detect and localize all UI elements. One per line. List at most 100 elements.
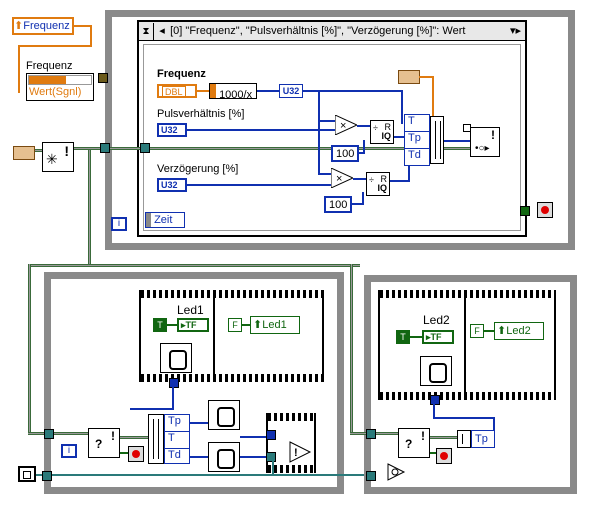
- wire: [18, 45, 92, 47]
- property-slider-icon: [28, 75, 92, 85]
- wire: [187, 184, 332, 186]
- unbundle-td-field: Td: [168, 449, 181, 461]
- verzoegerung-label: Verzögerung [%]: [157, 163, 239, 175]
- multiply-node[interactable]: ×: [334, 114, 359, 136]
- tunnel: [266, 430, 276, 440]
- wire: [410, 336, 422, 338]
- wire: [353, 178, 367, 180]
- unbundle-node[interactable]: [457, 430, 471, 448]
- wait-ms-node[interactable]: [208, 400, 240, 430]
- led2-label: Led2: [423, 313, 450, 327]
- stop-button[interactable]: [537, 202, 553, 218]
- false-constant[interactable]: F: [228, 318, 242, 332]
- small-tunnel: [463, 124, 471, 132]
- error-icon: !: [421, 429, 425, 443]
- error-wire: [28, 264, 360, 267]
- case-selector[interactable]: ⧗ ◂ [0] "Frequenz", "Pulsverhältnis [%]"…: [139, 22, 525, 41]
- property-node[interactable]: Wert(Sgnl): [26, 73, 94, 101]
- const-100-b[interactable]: 100: [324, 196, 352, 213]
- wire: [419, 76, 433, 78]
- wait-ms-node[interactable]: [208, 442, 240, 472]
- true-constant[interactable]: T: [153, 318, 167, 332]
- dbl-type-label: DBL: [162, 86, 186, 98]
- triangle-node[interactable]: [386, 462, 406, 482]
- pulsverhaeltnis-label: Pulsverhältnis [%]: [157, 108, 245, 120]
- error-wire: [28, 264, 31, 432]
- error-cluster-node[interactable]: ✳ !: [42, 142, 74, 172]
- to-u32-node: U32: [279, 84, 303, 98]
- question-icon: ?: [95, 437, 103, 451]
- false-constant[interactable]: F: [470, 324, 484, 338]
- verzoegerung-u32-terminal[interactable]: U32: [157, 178, 187, 192]
- wire: [197, 90, 209, 92]
- wire: [240, 436, 268, 438]
- led2-terminal[interactable]: ▸TF: [422, 330, 454, 344]
- wire: [444, 147, 470, 150]
- wire: [318, 90, 320, 175]
- true-constant[interactable]: T: [396, 330, 410, 344]
- led1-local-variable[interactable]: ⬆Led1: [250, 316, 300, 334]
- hourglass-icon: ⧗: [139, 23, 154, 40]
- u32-type-label: U32: [161, 180, 178, 190]
- unbundle-tp-field: Tp: [165, 415, 189, 432]
- wait-ms-node[interactable]: [420, 356, 452, 386]
- wire: [432, 76, 434, 116]
- zeit-bar-icon: [146, 213, 151, 227]
- quotient-remainder-node[interactable]: ÷ R IQ: [370, 120, 394, 144]
- case-selector-label: [0] "Frequenz", "Pulsverhältnis [%]", "V…: [170, 25, 466, 37]
- error-wire: [430, 436, 458, 439]
- case-decrement-icon[interactable]: ◂: [157, 22, 167, 40]
- unbundle-error-node[interactable]: ? !: [88, 428, 120, 458]
- frequenz-local-variable[interactable]: ⬆Frequenz: [12, 17, 74, 35]
- wait-ms-node[interactable]: [160, 343, 192, 373]
- unbundle-t-field: T: [165, 432, 189, 449]
- wire: [90, 25, 92, 47]
- bundle-t-field: T: [405, 115, 429, 132]
- wire: [167, 324, 177, 326]
- error-triangle-node[interactable]: !: [288, 440, 312, 464]
- bundle-by-name-node[interactable]: T Tp Td: [404, 114, 430, 166]
- svg-text:×: ×: [336, 173, 342, 185]
- refnum-icon[interactable]: [398, 70, 420, 84]
- led1-terminal[interactable]: ▸TF: [177, 318, 209, 332]
- iteration-terminal: i: [61, 444, 77, 458]
- refnum-icon[interactable]: [13, 146, 35, 160]
- question-icon: ?: [405, 437, 413, 451]
- tunnel: [366, 429, 376, 439]
- wire: [363, 140, 365, 154]
- unbundle-node[interactable]: [148, 414, 164, 464]
- unbundle-by-name-node[interactable]: Tp T Td: [164, 414, 190, 464]
- tf-label: TF: [430, 332, 442, 342]
- quotient-remainder-node[interactable]: ÷ R IQ: [366, 172, 390, 196]
- led2-local-variable[interactable]: ⬆Led2: [494, 322, 544, 340]
- frequenz-dbl-terminal[interactable]: DBL: [157, 84, 197, 98]
- error-wire: [350, 264, 353, 432]
- wire: [187, 129, 335, 131]
- unbundle-by-name-node[interactable]: Tp: [471, 430, 495, 448]
- stop-button[interactable]: [128, 446, 144, 462]
- led1-label: Led1: [177, 303, 204, 317]
- case-dropdown-icon[interactable]: ▾▸: [510, 22, 521, 40]
- send-notification-node[interactable]: ! •○▸: [470, 127, 500, 157]
- zeit-terminal[interactable]: Zeit: [145, 212, 185, 228]
- tunnel: [140, 143, 150, 153]
- arrow-icon: ⬆: [497, 325, 507, 337]
- build-cluster-node[interactable]: [430, 116, 444, 164]
- multiply-node[interactable]: ×: [330, 167, 355, 189]
- const-100-a[interactable]: 100: [331, 145, 359, 162]
- frequenz-label: Frequenz: [157, 68, 206, 80]
- wire: [401, 90, 403, 124]
- tunnel: [430, 395, 440, 405]
- arrow-icon: ⬆: [253, 319, 263, 331]
- led2-local-label: Led2: [506, 325, 531, 337]
- formula-node[interactable]: 1000/x: [209, 83, 257, 101]
- formula-text: 1000/x: [219, 89, 253, 101]
- wire: [272, 456, 274, 476]
- led1-local-label: Led1: [262, 319, 287, 331]
- unbundle-error-node[interactable]: ? !: [398, 428, 430, 458]
- notifier-refnum-control[interactable]: [18, 466, 36, 482]
- stop-button[interactable]: [436, 448, 452, 464]
- pulsverhaeltnis-u32-terminal[interactable]: U32: [157, 123, 187, 137]
- property-node-label: Frequenz: [26, 60, 73, 72]
- error-wire: [120, 436, 148, 439]
